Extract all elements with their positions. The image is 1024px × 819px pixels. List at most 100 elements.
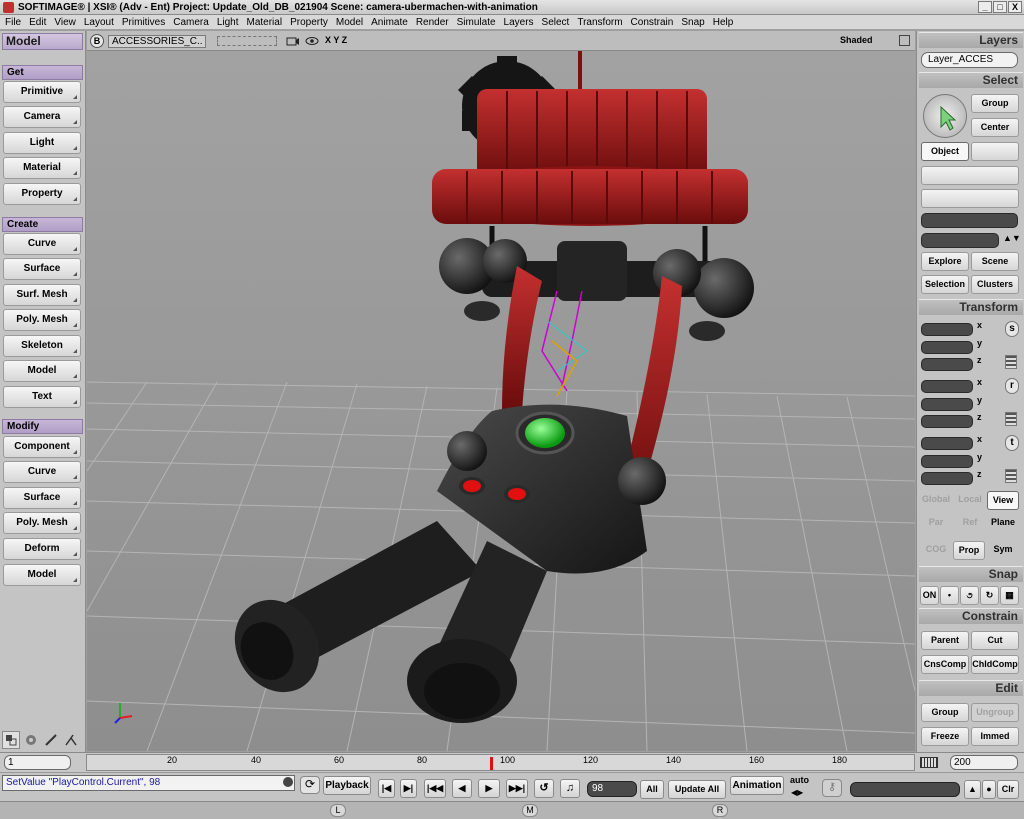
menu-layout[interactable]: Layout — [81, 17, 119, 28]
layers-header[interactable]: Layers — [919, 32, 1023, 48]
animation-menu[interactable]: Animation — [730, 776, 784, 795]
get-primitive-button[interactable]: Primitive — [3, 81, 81, 103]
auto-key-label[interactable]: auto — [790, 775, 809, 785]
modify-curve-button[interactable]: Curve — [3, 461, 81, 483]
auto-key-arrows-icon[interactable]: ◀▶ — [791, 788, 803, 797]
first-frame-icon[interactable]: |◀◀ — [424, 779, 446, 798]
viewport-3d[interactable] — [87, 51, 915, 751]
translate-mode-button[interactable]: t — [1005, 435, 1019, 451]
script-editor-icon[interactable]: ⟳ — [300, 776, 320, 794]
clear-button[interactable]: Clr — [997, 780, 1019, 799]
snap-curve-icon[interactable]: ૭ — [960, 586, 979, 605]
ref-button[interactable]: Ref — [953, 514, 987, 533]
transform-header[interactable]: Transform — [919, 299, 1023, 315]
select-tool-button[interactable] — [923, 94, 967, 138]
pen-tool-icon[interactable] — [42, 731, 60, 749]
create-skeleton-button[interactable]: Skeleton — [3, 335, 81, 357]
par-button[interactable]: Par — [919, 514, 953, 533]
scale-x-field[interactable] — [921, 323, 973, 336]
translate-x-field[interactable] — [921, 437, 973, 450]
snap-points-icon[interactable]: • — [940, 586, 959, 605]
loop-icon[interactable]: ↺ — [534, 779, 554, 798]
scale-z-field[interactable] — [921, 358, 973, 371]
create-header[interactable]: Create — [2, 217, 83, 232]
empty-select-slot-1[interactable] — [971, 142, 1019, 161]
center-select-button[interactable]: Center — [971, 118, 1019, 137]
eye-icon[interactable] — [305, 34, 319, 48]
menu-animate[interactable]: Animate — [368, 17, 413, 28]
translate-z-field[interactable] — [921, 472, 973, 485]
menu-view[interactable]: View — [51, 17, 81, 28]
clusters-explore-button[interactable]: Clusters — [971, 275, 1019, 294]
minimize-button[interactable]: _ — [978, 1, 992, 13]
global-button[interactable]: Global — [919, 491, 953, 510]
key-value-field[interactable] — [850, 782, 960, 797]
snap-surface-icon[interactable]: ↻ — [980, 586, 999, 605]
viewport-badge[interactable]: B — [90, 34, 104, 48]
ruler-settings-icon[interactable] — [920, 757, 938, 768]
menu-file[interactable]: File — [2, 17, 26, 28]
menu-simulate[interactable]: Simulate — [454, 17, 501, 28]
rotate-y-field[interactable] — [921, 398, 973, 411]
select-tool-icon[interactable] — [2, 731, 20, 749]
group-button[interactable]: Group — [921, 703, 969, 722]
menu-constrain[interactable]: Constrain — [628, 17, 679, 28]
create-poly-mesh-button[interactable]: Poly. Mesh — [3, 309, 81, 331]
create-surface-button[interactable]: Surface — [3, 258, 81, 280]
start-frame-field[interactable]: 1 — [4, 755, 71, 770]
menu-material[interactable]: Material — [244, 17, 288, 28]
camera-icon[interactable] — [286, 34, 300, 48]
cog-button[interactable]: COG — [919, 541, 953, 560]
maximize-viewport-icon[interactable] — [899, 35, 910, 46]
menu-primitives[interactable]: Primitives — [119, 17, 170, 28]
menu-layers[interactable]: Layers — [501, 17, 539, 28]
next-key-icon[interactable]: ▶| — [400, 779, 417, 798]
get-property-button[interactable]: Property — [3, 183, 81, 205]
rotate-x-field[interactable] — [921, 380, 973, 393]
layer-dropdown[interactable]: Layer_ACCES — [921, 52, 1018, 68]
scene-explore-button[interactable]: Scene — [971, 252, 1019, 271]
modify-surface-button[interactable]: Surface — [3, 487, 81, 509]
snap-grid-icon[interactable]: ▦ — [1000, 586, 1019, 605]
parent-button[interactable]: Parent — [921, 631, 969, 650]
last-frame-icon[interactable]: ▶▶| — [506, 779, 528, 798]
object-select-button[interactable]: Object — [921, 142, 969, 161]
cnscomp-button[interactable]: CnsComp — [921, 655, 969, 674]
scale-lock-icon[interactable] — [1005, 355, 1017, 369]
rotate-z-field[interactable] — [921, 415, 973, 428]
menu-model[interactable]: Model — [333, 17, 368, 28]
rotate-lock-icon[interactable] — [1005, 412, 1017, 426]
modify-poly-mesh-button[interactable]: Poly. Mesh — [3, 512, 81, 534]
all-button[interactable]: All — [640, 780, 664, 799]
select-filter-field-2[interactable] — [921, 233, 999, 248]
key-up-icon[interactable]: ▲ — [964, 780, 981, 799]
command-history-icon[interactable] — [283, 777, 293, 787]
snap-on-button[interactable]: ON — [920, 586, 939, 605]
snap-header[interactable]: Snap — [919, 566, 1023, 582]
view-button[interactable]: View — [987, 491, 1019, 510]
module-switcher[interactable]: Model — [2, 33, 83, 50]
ungroup-button[interactable]: Ungroup — [971, 703, 1019, 722]
create-curve-button[interactable]: Curve — [3, 233, 81, 255]
axes-label[interactable]: X Y Z — [325, 35, 347, 45]
prop-button[interactable]: Prop — [953, 541, 985, 560]
paint-tool-icon[interactable] — [22, 731, 40, 749]
get-header[interactable]: Get — [2, 65, 83, 80]
empty-select-slot-3[interactable] — [921, 189, 1019, 208]
menu-snap[interactable]: Snap — [678, 17, 709, 28]
menu-select[interactable]: Select — [539, 17, 575, 28]
menu-transform[interactable]: Transform — [574, 17, 627, 28]
edit-header[interactable]: Edit — [919, 680, 1023, 696]
display-mode-menu[interactable]: Shaded — [840, 35, 873, 45]
modify-component-button[interactable]: Component — [3, 436, 81, 458]
playhead[interactable] — [490, 757, 493, 770]
prev-frame-icon[interactable]: ◀ — [452, 779, 472, 798]
rotate-mode-button[interactable]: r — [1005, 378, 1019, 394]
camera-dropdown[interactable]: ACCESSORIES_C.. — [108, 35, 206, 48]
immed-button[interactable]: Immed — [971, 727, 1019, 746]
translate-lock-icon[interactable] — [1005, 469, 1017, 483]
chldcomp-button[interactable]: ChldComp — [971, 655, 1019, 674]
get-camera-button[interactable]: Camera — [3, 106, 81, 128]
prev-key-icon[interactable]: |◀ — [378, 779, 395, 798]
modify-deform-button[interactable]: Deform — [3, 538, 81, 560]
